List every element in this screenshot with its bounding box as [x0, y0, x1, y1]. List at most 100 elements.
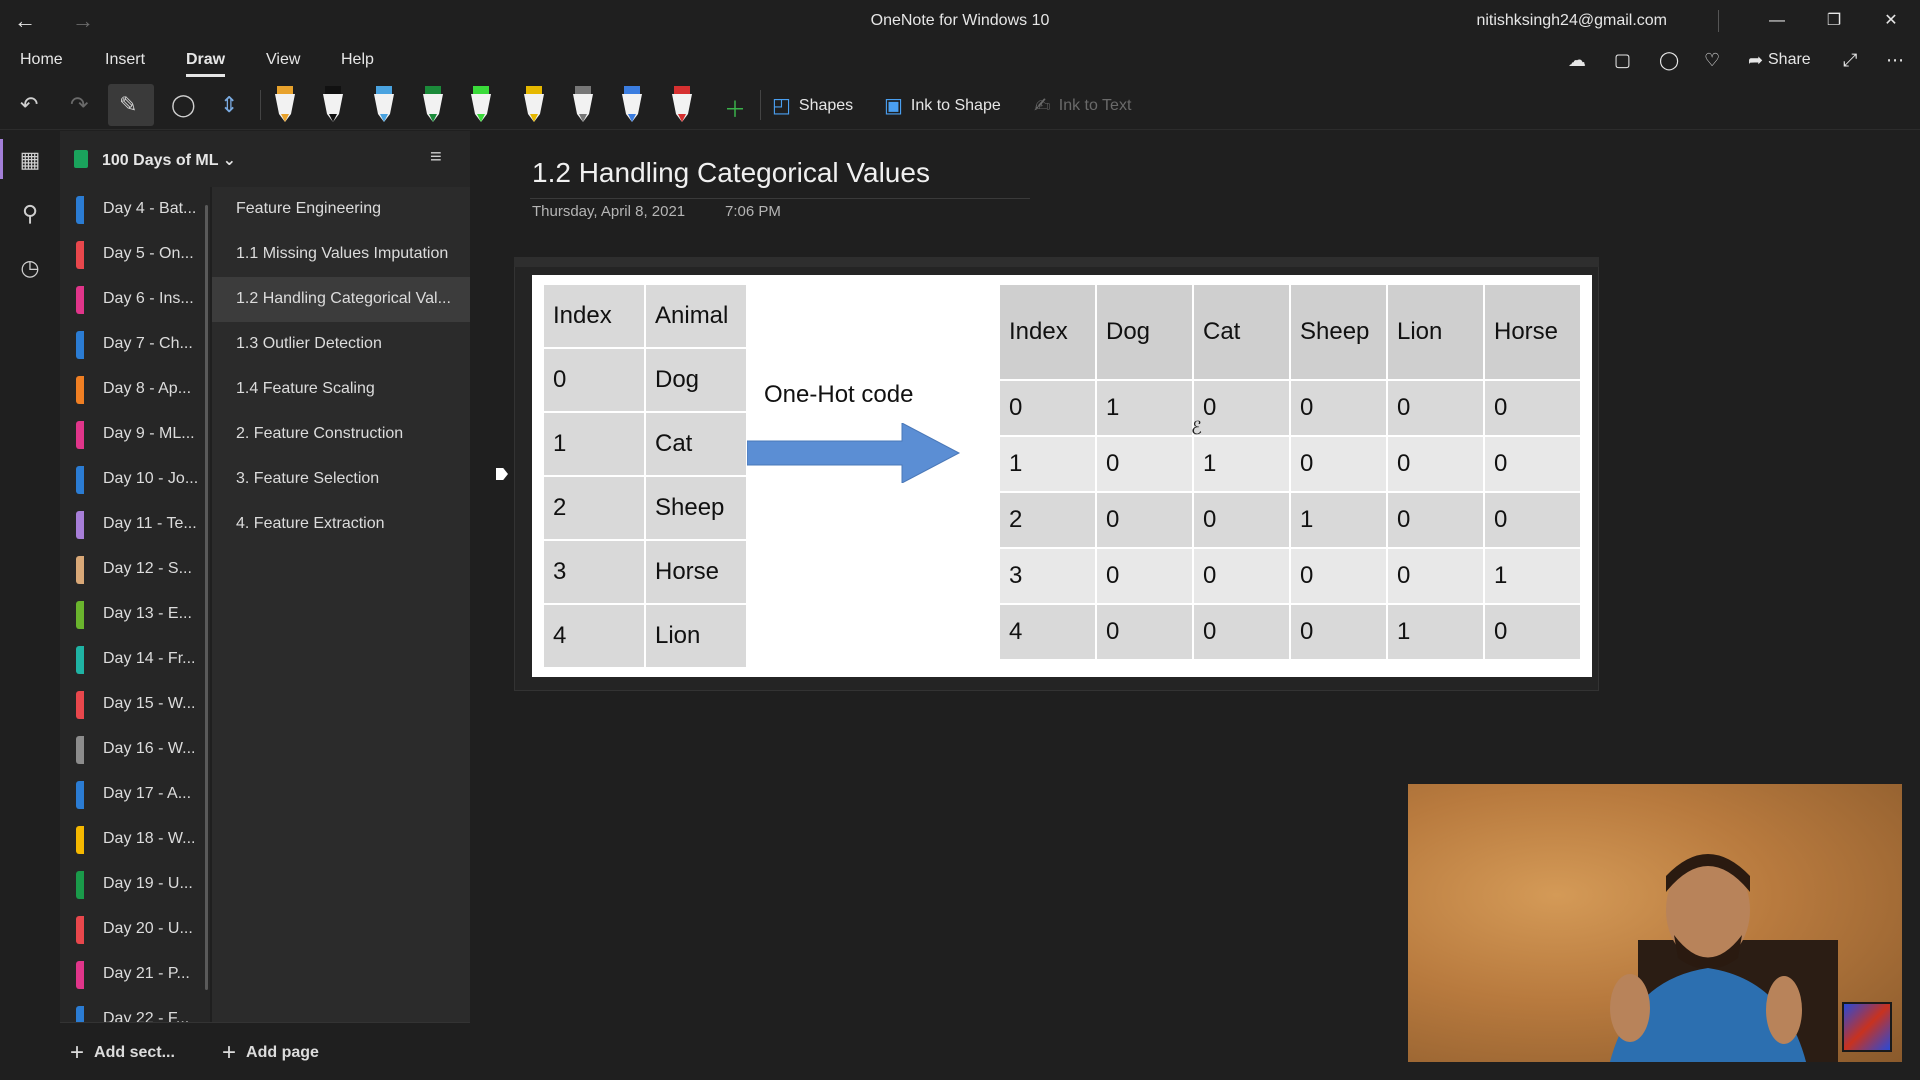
page-title[interactable]: 1.2 Handling Categorical Values — [532, 157, 930, 189]
section-label: Day 21 - P... — [103, 965, 190, 982]
page-item[interactable]: 2. Feature Construction — [212, 412, 470, 457]
page-item[interactable]: 3. Feature Selection — [212, 457, 470, 502]
section-item[interactable]: Day 12 - S... — [60, 547, 210, 592]
recent-clock-icon[interactable]: ◷ — [0, 255, 60, 281]
pen-1-icon[interactable] — [270, 84, 300, 126]
account-email[interactable]: nitishksingh24@gmail.com — [1476, 12, 1667, 30]
section-item[interactable]: Day 4 - Bat... — [60, 187, 210, 232]
pen-2-icon[interactable] — [318, 84, 348, 126]
table-cell: 0 — [1291, 381, 1386, 435]
table-cell: 0 — [1485, 493, 1580, 547]
section-item[interactable]: Day 19 - U... — [60, 862, 210, 907]
table-row: 2 Sheep — [544, 477, 746, 539]
section-item[interactable]: Day 6 - Ins... — [60, 277, 210, 322]
section-item[interactable]: Day 15 - W... — [60, 682, 210, 727]
insert-space-icon[interactable]: ⇕ — [220, 92, 238, 118]
shapes-button[interactable]: ◰ Shapes — [772, 93, 853, 118]
section-item[interactable]: Day 21 - P... — [60, 952, 210, 997]
page-label: 1.1 Missing Values Imputation — [236, 245, 449, 262]
section-item[interactable]: Day 10 - Jo... — [60, 457, 210, 502]
page-item[interactable]: 1.1 Missing Values Imputation — [212, 232, 470, 277]
share-icon[interactable]: ➦ — [1748, 50, 1763, 71]
close-icon[interactable]: ✕ — [1868, 6, 1914, 36]
back-arrow-icon[interactable]: ← — [14, 8, 36, 34]
toolbar-divider — [760, 90, 761, 120]
minimize-icon[interactable]: — — [1754, 6, 1800, 36]
tab-insert[interactable]: Insert — [105, 51, 145, 69]
section-item[interactable]: Day 17 - A... — [60, 772, 210, 817]
presenter-video — [1610, 854, 1838, 1062]
section-item[interactable]: Day 20 - U... — [60, 907, 210, 952]
share-button[interactable]: Share — [1768, 51, 1811, 69]
page-label: 2. Feature Construction — [236, 425, 404, 442]
section-label: Day 12 - S... — [103, 560, 192, 577]
page-view-icon[interactable]: ▢ — [1614, 50, 1631, 71]
ink-to-text-button[interactable]: ✍ Ink to Text — [1034, 93, 1131, 118]
table-cell: 0 — [1388, 381, 1483, 435]
section-label: Day 14 - Fr... — [103, 650, 196, 667]
tab-help[interactable]: Help — [341, 51, 374, 69]
pen-8-icon[interactable] — [617, 84, 647, 126]
add-section-button[interactable]: + Add sect... — [70, 1039, 175, 1067]
add-pen-icon[interactable]: ＋ — [724, 92, 746, 124]
one-hot-diagram-image[interactable]: Index Animal 0 Dog 1 Cat 2 Sheep 3 Horse 4 Lion One… — [532, 275, 1592, 677]
section-item[interactable]: Day 14 - Fr... — [60, 637, 210, 682]
table-cell: 1 — [1097, 381, 1192, 435]
section-item[interactable]: Day 22 - F... — [60, 997, 210, 1022]
tab-home[interactable]: Home — [20, 51, 63, 69]
page-item[interactable]: 4. Feature Extraction — [212, 502, 470, 547]
bell-icon[interactable]: ♡ — [1704, 50, 1720, 71]
tab-view[interactable]: View — [266, 51, 300, 69]
table-cell: 0 — [1291, 605, 1386, 659]
section-item[interactable]: Day 5 - On... — [60, 232, 210, 277]
pen-6-icon[interactable] — [519, 84, 549, 126]
notebook-header[interactable]: 100 Days of ML ⌄ ≡ — [60, 131, 470, 187]
page-item[interactable]: 1.2 Handling Categorical Val... — [212, 277, 470, 322]
tab-draw[interactable]: Draw — [186, 51, 226, 77]
ink-to-shape-button[interactable]: ▣ Ink to Shape — [884, 93, 1001, 118]
lasso-select-icon: ✎ — [119, 92, 138, 117]
section-item[interactable]: Day 16 - W... — [60, 727, 210, 772]
add-space-select-icon[interactable]: ◯ — [171, 92, 196, 118]
forward-arrow-icon[interactable]: → — [72, 8, 94, 34]
section-item[interactable]: Day 18 - W... — [60, 817, 210, 862]
add-page-button[interactable]: + Add page — [222, 1039, 319, 1067]
pen-5-icon[interactable] — [466, 84, 496, 126]
section-color-tab — [76, 421, 84, 449]
lightbulb-icon[interactable]: ◯ — [1659, 50, 1679, 71]
notebook-icon — [74, 150, 88, 168]
more-options-icon[interactable]: ⋯ — [1886, 50, 1904, 71]
table-cell: 4 — [544, 605, 644, 667]
paragraph-handle-icon[interactable] — [496, 468, 508, 480]
sync-icon[interactable]: ☁ — [1568, 50, 1586, 71]
table-cell: 0 — [1291, 437, 1386, 491]
table-cell: 0 — [1000, 381, 1095, 435]
section-item[interactable]: Day 7 - Ch... — [60, 322, 210, 367]
fullscreen-icon[interactable]: ⤢ — [1843, 50, 1857, 71]
page-item[interactable]: Feature Engineering — [212, 187, 470, 232]
section-item[interactable]: Day 13 - E... — [60, 592, 210, 637]
section-scrollbar[interactable] — [205, 205, 208, 990]
redo-icon[interactable]: ↷ — [70, 92, 88, 118]
table-row: 400010 — [1000, 605, 1580, 659]
page-label: 1.2 Handling Categorical Val... — [236, 290, 451, 307]
pen-7-icon[interactable] — [568, 84, 598, 126]
restore-icon[interactable]: ❐ — [1811, 6, 1857, 36]
sort-pages-icon[interactable]: ≡ — [430, 146, 442, 169]
notebooks-icon[interactable]: ▦ — [0, 139, 60, 179]
page-item[interactable]: 1.4 Feature Scaling — [212, 367, 470, 412]
section-item[interactable]: Day 8 - Ap... — [60, 367, 210, 412]
pen-3-icon[interactable] — [369, 84, 399, 126]
undo-icon[interactable]: ↶ — [20, 92, 38, 118]
image-drag-handle[interactable] — [514, 257, 1599, 267]
notebook-name[interactable]: 100 Days of ML ⌄ — [102, 150, 236, 170]
pen-9-icon[interactable] — [667, 84, 697, 126]
section-item[interactable]: Day 11 - Te... — [60, 502, 210, 547]
pen-4-icon[interactable] — [418, 84, 448, 126]
add-section-label: Add sect... — [94, 1044, 175, 1061]
title-bar: ← → OneNote for Windows 10 nitishksingh2… — [0, 0, 1920, 42]
page-item[interactable]: 1.3 Outlier Detection — [212, 322, 470, 367]
search-icon[interactable]: ⚲ — [0, 201, 60, 227]
header-cell: Animal — [646, 285, 746, 347]
section-item[interactable]: Day 9 - ML... — [60, 412, 210, 457]
